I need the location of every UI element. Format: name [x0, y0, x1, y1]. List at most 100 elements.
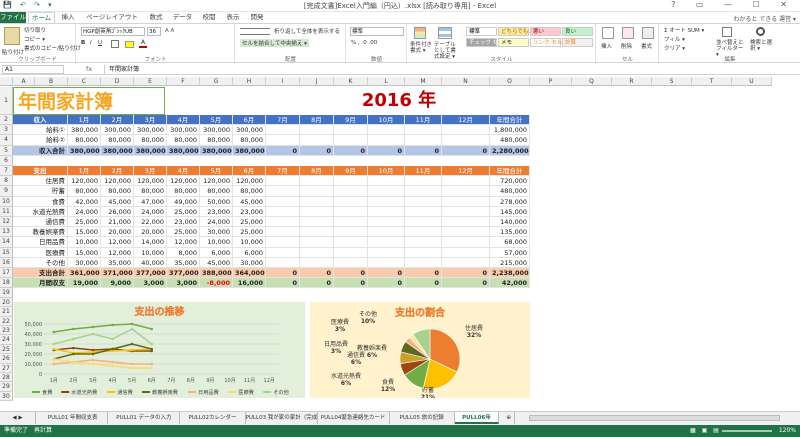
balance-cell[interactable]: 0 — [266, 278, 300, 289]
row-header[interactable]: 11 — [0, 206, 13, 217]
row-header[interactable]: 4 — [0, 135, 13, 146]
expense-row-cell[interactable] — [300, 247, 334, 258]
wrap-text-button[interactable]: 折り返して全体を表示する — [274, 27, 340, 35]
expense-row-cell[interactable]: 6,000 — [233, 247, 266, 258]
expense-row-cell[interactable] — [334, 227, 368, 238]
income-row-cell[interactable] — [334, 125, 368, 136]
italic-button[interactable]: I — [90, 40, 92, 46]
column-header-T[interactable]: T — [692, 77, 732, 86]
expense-sum-total[interactable]: 2,238,000 — [490, 268, 530, 279]
income-row-cell[interactable]: 300,000 — [167, 125, 200, 136]
line-point[interactable] — [72, 352, 75, 356]
income-sum-cell[interactable]: 0 — [334, 145, 368, 156]
line-point[interactable] — [111, 337, 114, 341]
expense-sum-cell[interactable]: 371,000 — [101, 268, 134, 279]
expense-row-cell[interactable]: 23,000 — [167, 217, 200, 228]
expense-header-month[interactable]: 7月 — [266, 166, 300, 177]
expense-row-cell[interactable] — [300, 196, 334, 207]
expense-row-cell[interactable] — [442, 196, 490, 207]
expense-header-month[interactable]: 2月 — [101, 166, 134, 177]
expense-row-cell[interactable]: 47,000 — [134, 196, 167, 207]
expense-row-cell[interactable] — [300, 227, 334, 238]
line-point[interactable] — [52, 362, 56, 366]
expense-sum-label[interactable]: 支出合計 — [13, 268, 68, 279]
column-header-U[interactable]: U — [732, 77, 772, 86]
number-format-select[interactable]: 標準 — [350, 27, 404, 36]
income-row-cell[interactable]: 80,000 — [68, 135, 101, 146]
expense-row-cell[interactable] — [300, 237, 334, 248]
merge-center-button[interactable]: セルを結合して中央揃え ▾ — [240, 39, 309, 47]
ribbon-tab-7[interactable]: 表示 — [222, 12, 244, 23]
expense-row-cell[interactable]: 22,000 — [134, 217, 167, 228]
expense-row-cell[interactable]: 120,000 — [68, 176, 101, 187]
column-header-M[interactable]: M — [405, 77, 442, 86]
cell-style-7[interactable]: 計算 — [562, 38, 593, 47]
income-header-month[interactable]: 8月 — [300, 115, 334, 126]
expense-row-cell[interactable] — [266, 247, 300, 258]
line-point[interactable] — [72, 360, 75, 364]
row-header[interactable]: 15 — [0, 247, 13, 258]
income-sum-cell[interactable]: 380,000 — [233, 145, 266, 156]
expense-row-cell[interactable]: 42,000 — [68, 196, 101, 207]
expense-row-cell[interactable]: 35,000 — [101, 257, 134, 268]
expense-row-cell[interactable] — [442, 247, 490, 258]
income-row-total[interactable]: 480,000 — [490, 135, 530, 146]
clear-button[interactable]: クリア ▾ — [664, 44, 685, 52]
line-point[interactable] — [130, 362, 134, 366]
expense-row-cell[interactable]: 80,000 — [233, 186, 266, 197]
expense-row-cell[interactable]: 23,000 — [233, 206, 266, 217]
sheet-tab-2[interactable]: PULL02カレンダー — [180, 412, 246, 424]
expense-row-cell[interactable] — [300, 176, 334, 187]
row-header[interactable]: 2 — [0, 115, 13, 126]
income-sum-cell[interactable]: 380,000 — [167, 145, 200, 156]
expense-row-cell[interactable] — [334, 217, 368, 228]
expense-row-cell[interactable]: 120,000 — [200, 176, 233, 187]
income-row-cell[interactable]: 80,000 — [134, 135, 167, 146]
expense-row-cell[interactable] — [368, 257, 405, 268]
expense-row-cell[interactable] — [334, 247, 368, 258]
expense-row-cell[interactable]: 120,000 — [134, 176, 167, 187]
expense-row-cell[interactable] — [368, 237, 405, 248]
expense-row-cell[interactable] — [266, 257, 300, 268]
view-buttons[interactable]: ▦ ▣ ▤ — [690, 425, 721, 437]
row-header[interactable]: 13 — [0, 227, 13, 238]
expense-sum-cell[interactable]: 0 — [405, 268, 442, 279]
expense-row-cell[interactable]: 45,000 — [200, 257, 233, 268]
expense-header-month[interactable]: 9月 — [334, 166, 368, 177]
expense-row-cell[interactable] — [368, 217, 405, 228]
line-point[interactable] — [130, 342, 134, 346]
column-header-O[interactable]: O — [490, 77, 530, 86]
expense-row-cell[interactable]: 40,000 — [134, 257, 167, 268]
format-as-table-icon[interactable] — [438, 27, 452, 39]
expense-row-cell[interactable] — [300, 257, 334, 268]
copy-button[interactable]: コピー ▾ — [24, 35, 45, 43]
line-point[interactable] — [150, 362, 154, 366]
cell-style-1[interactable]: どちらでも... — [498, 27, 534, 36]
sort-filter-icon[interactable] — [722, 27, 732, 37]
expense-row-cell[interactable] — [368, 227, 405, 238]
line-point[interactable] — [72, 337, 75, 341]
expense-row-cell[interactable] — [442, 176, 490, 187]
expense-row-cell[interactable] — [405, 247, 442, 258]
expense-row-cell[interactable]: 30,000 — [200, 227, 233, 238]
column-header-H[interactable]: H — [233, 77, 266, 86]
expense-row-cell[interactable] — [442, 217, 490, 228]
balance-cell[interactable]: 19,000 — [68, 278, 101, 289]
income-sum-cell[interactable]: 380,000 — [101, 145, 134, 156]
number-format-buttons[interactable]: % , .0 .00 — [351, 40, 377, 46]
ribbon-tab-2[interactable]: 挿入 — [57, 12, 79, 23]
expense-row-cell[interactable] — [405, 237, 442, 248]
expense-header-total-header[interactable]: 年間合計 — [490, 166, 530, 177]
expense-row-cell[interactable] — [405, 227, 442, 238]
line-point[interactable] — [72, 346, 75, 350]
income-row-total[interactable]: 1,800,000 — [490, 125, 530, 136]
expense-trend-chart[interactable]: 支出の推移 0 10,000 20,000 30,000 40,000 50,000 1月 2月… — [14, 302, 305, 398]
expense-row-cell[interactable]: 20,000 — [101, 227, 134, 238]
balance-cell[interactable]: 16,000 — [233, 278, 266, 289]
ribbon-tab-4[interactable]: 数式 — [145, 12, 167, 23]
expense-row-cell[interactable]: 120,000 — [167, 176, 200, 187]
fill-color-icon[interactable] — [125, 41, 134, 48]
row-header[interactable]: 25 — [0, 344, 13, 355]
expense-row-cell[interactable]: 10,000 — [134, 247, 167, 258]
income-header-label[interactable]: 収入 — [13, 115, 68, 126]
